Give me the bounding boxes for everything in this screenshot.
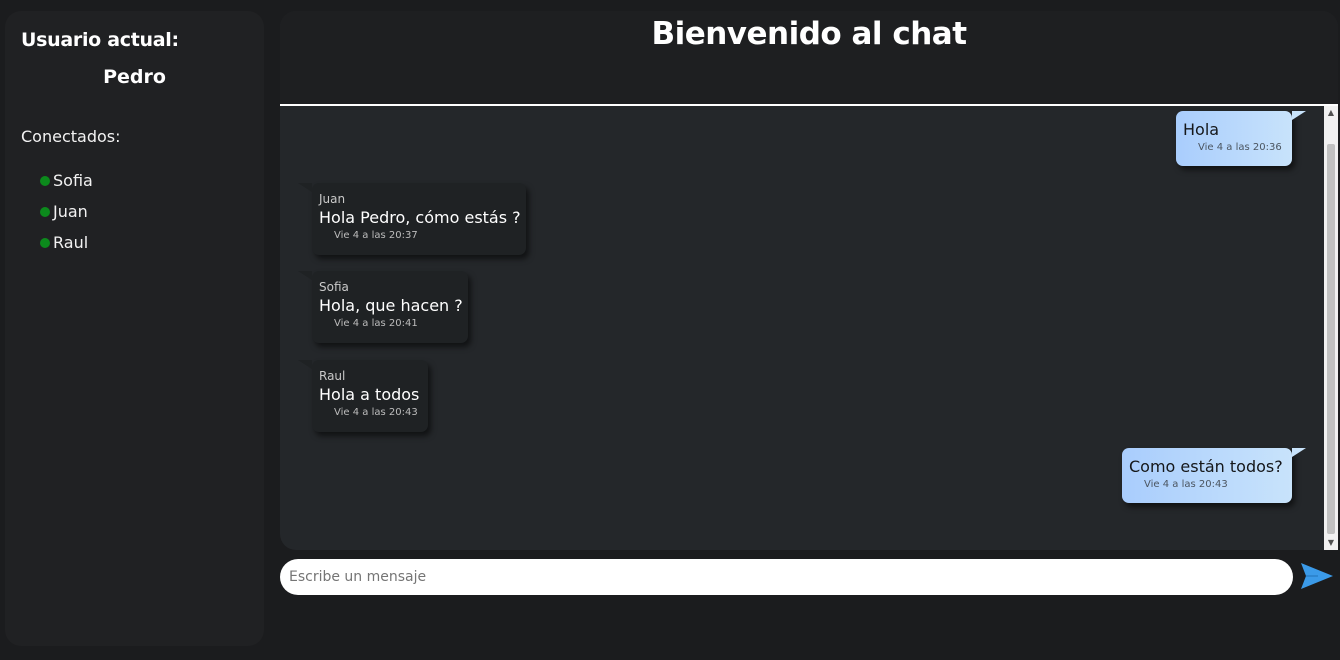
connected-user-name: Juan [53,202,88,221]
message-time: Vie 4 a las 20:43 [334,407,418,418]
connected-user-item: Raul [40,227,93,258]
scroll-thumb[interactable] [1327,144,1335,534]
connected-users-label: Conectados: [21,127,121,146]
current-user-name: Pedro [103,66,166,88]
message-text: Hola a todos [319,385,420,404]
message-text: Hola [1183,120,1220,139]
message-text: Como están todos? [1129,457,1283,476]
outgoing-message: Como están todos? Vie 4 a las 20:43 [1122,448,1306,503]
online-status-icon [40,237,50,248]
online-status-icon [40,175,50,186]
message-input[interactable] [289,559,1269,595]
sidebar: Usuario actual: Pedro Conectados: Sofia … [5,11,264,646]
connected-users-list: Sofia Juan Raul [40,165,93,258]
message-time: Vie 4 a las 20:36 [1198,142,1282,153]
outgoing-message: Hola Vie 4 a las 20:36 [1176,111,1306,166]
message-sender: Sofia [319,280,349,294]
message-text: Hola, que hacen ? [319,296,463,315]
connected-user-item: Sofia [40,165,93,196]
current-user-label: Usuario actual: [21,29,179,51]
send-icon[interactable] [1300,561,1334,591]
message-time: Vie 4 a las 20:43 [1144,479,1228,490]
connected-user-name: Sofia [53,171,93,190]
scroll-down-arrow-icon[interactable]: ▼ [1324,536,1338,550]
online-status-icon [40,206,50,217]
page-title: Bienvenido al chat [651,16,967,52]
incoming-message: Sofia Hola, que hacen ? Vie 4 a las 20:4… [298,271,468,343]
chat-panel: Bienvenido al chat Hola Vie 4 a las 20:3… [280,11,1338,550]
scroll-up-arrow-icon[interactable]: ▲ [1324,106,1338,120]
connected-user-name: Raul [53,233,89,252]
incoming-message: Raul Hola a todos Vie 4 a las 20:43 [298,360,428,432]
message-input-container [280,559,1293,595]
connected-user-item: Juan [40,196,93,227]
message-time: Vie 4 a las 20:37 [334,230,418,241]
message-text: Hola Pedro, cómo estás ? [319,208,521,227]
message-time: Vie 4 a las 20:41 [334,318,418,329]
chat-header: Bienvenido al chat [280,11,1338,106]
message-sender: Raul [319,369,346,383]
messages-scrollbar[interactable]: ▲ ▼ [1324,106,1338,550]
message-sender: Juan [319,192,346,206]
incoming-message: Juan Hola Pedro, cómo estás ? Vie 4 a la… [298,183,526,255]
